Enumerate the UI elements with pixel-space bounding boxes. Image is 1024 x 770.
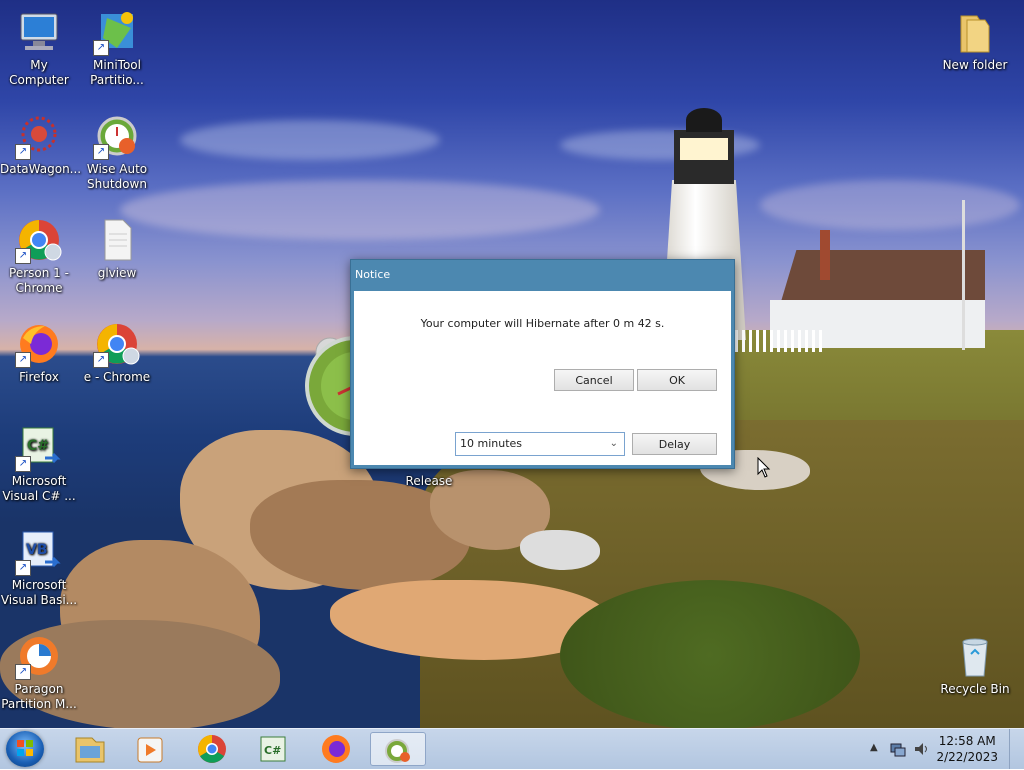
desktop-icon-label: Microsoft Visual C# ... bbox=[2, 474, 76, 503]
desktop-icon-label: My Computer bbox=[9, 58, 69, 87]
alarm-clock-icon: ↗ bbox=[93, 112, 141, 160]
svg-text:VB: VB bbox=[26, 542, 48, 558]
minitool-icon: ↗ bbox=[93, 8, 141, 56]
folder-icon bbox=[951, 8, 999, 56]
desktop-icon-label: New folder bbox=[942, 58, 1008, 72]
chevron-down-icon: ⌄ bbox=[609, 438, 618, 449]
clock-time: 12:58 AM bbox=[938, 734, 996, 748]
chrome-icon: ↗ bbox=[93, 320, 141, 368]
shortcut-arrow-icon: ↗ bbox=[15, 664, 31, 680]
network-icon[interactable] bbox=[890, 741, 906, 761]
recycle-bin-icon bbox=[951, 632, 999, 680]
shortcut-arrow-icon: ↗ bbox=[15, 352, 31, 368]
desktop-icon-label: Microsoft Visual Basi... bbox=[0, 578, 78, 607]
taskbar-chrome[interactable] bbox=[184, 732, 240, 766]
desktop-icon-label: MiniTool Partitio... bbox=[90, 58, 144, 87]
dialog-body: Your computer will Hibernate after 0 m 4… bbox=[354, 291, 731, 465]
notice-dialog: Notice Your computer will Hibernate afte… bbox=[350, 259, 735, 469]
media-player-icon bbox=[137, 737, 163, 763]
desktop-icon-label: Paragon Partition M... bbox=[1, 682, 77, 711]
desktop-icon-minitool[interactable]: ↗ MiniTool Partitio... bbox=[78, 8, 156, 88]
desktop-icon-label: Firefox bbox=[19, 370, 59, 384]
show-desktop-button[interactable] bbox=[1009, 729, 1024, 769]
taskbar: C# ▲ 12:58 AM 2/22/2023 bbox=[0, 728, 1024, 769]
release-label: Release bbox=[405, 474, 453, 488]
shortcut-arrow-icon: ↗ bbox=[93, 40, 109, 56]
visual-basic-icon: VB ↗ bbox=[15, 528, 63, 576]
desktop-icon-firefox[interactable]: ↗ Firefox bbox=[0, 320, 78, 385]
mouse-cursor-icon bbox=[757, 456, 771, 482]
alarm-clock-icon bbox=[385, 739, 410, 763]
shortcut-arrow-icon: ↗ bbox=[15, 144, 31, 160]
desktop-icon-e-chrome[interactable]: ↗ e - Chrome bbox=[78, 320, 156, 385]
visual-csharp-icon: C# ↗ bbox=[15, 424, 63, 472]
desktop-icon-new-folder[interactable]: New folder bbox=[936, 8, 1014, 73]
system-clock[interactable]: 12:58 AM 2/22/2023 bbox=[936, 733, 998, 765]
desktop-icon-my-computer[interactable]: My Computer bbox=[0, 8, 78, 88]
firefox-icon: ↗ bbox=[15, 320, 63, 368]
folder-icon bbox=[75, 737, 105, 763]
firefox-icon bbox=[322, 735, 350, 763]
computer-icon bbox=[15, 8, 63, 56]
delay-duration-value: 10 minutes bbox=[460, 437, 523, 450]
desktop-icon-paragon[interactable]: ↗ Paragon Partition M... bbox=[0, 632, 78, 712]
paragon-icon: ↗ bbox=[15, 632, 63, 680]
desktop-icon-label: Wise Auto Shutdown bbox=[86, 162, 148, 191]
volume-icon[interactable] bbox=[913, 741, 929, 761]
dialog-title: Notice bbox=[355, 268, 391, 281]
shortcut-arrow-icon: ↗ bbox=[93, 144, 109, 160]
shortcut-arrow-icon: ↗ bbox=[15, 248, 31, 264]
cancel-button[interactable]: Cancel bbox=[554, 369, 634, 391]
desktop-icon-glview[interactable]: glview bbox=[78, 216, 156, 281]
desktop-icon-recycle-bin[interactable]: Recycle Bin bbox=[936, 632, 1014, 697]
document-icon bbox=[93, 216, 141, 264]
taskbar-visual-csharp[interactable]: C# bbox=[246, 732, 302, 766]
shortcut-arrow-icon: ↗ bbox=[93, 352, 109, 368]
desktop-icon-label: DataWagon... bbox=[0, 162, 82, 176]
chrome-icon bbox=[198, 735, 226, 763]
svg-text:C#: C# bbox=[27, 438, 49, 454]
taskbar-media-player[interactable] bbox=[122, 732, 178, 766]
clock-date: 2/22/2023 bbox=[936, 750, 998, 764]
start-button[interactable] bbox=[6, 731, 44, 767]
show-hidden-icons-chevron-icon[interactable]: ▲ bbox=[870, 742, 878, 753]
desktop-icon-visual-csharp[interactable]: C# ↗ Microsoft Visual C# ... bbox=[0, 424, 78, 504]
visual-csharp-icon: C# bbox=[260, 736, 286, 762]
delay-button[interactable]: Delay bbox=[632, 433, 717, 455]
taskbar-windows-explorer[interactable] bbox=[62, 732, 118, 766]
datawagon-icon: ↗ bbox=[15, 112, 63, 160]
desktop-icon-datawagon[interactable]: ↗ DataWagon... bbox=[0, 112, 82, 177]
shortcut-arrow-icon: ↗ bbox=[15, 560, 31, 576]
desktop-icon-person1-chrome[interactable]: ↗ Person 1 - Chrome bbox=[0, 216, 78, 296]
desktop-icon-label: glview bbox=[97, 266, 137, 280]
taskbar-firefox[interactable] bbox=[308, 732, 364, 766]
svg-text:C#: C# bbox=[264, 744, 281, 757]
shortcut-arrow-icon: ↗ bbox=[15, 456, 31, 472]
chrome-icon: ↗ bbox=[15, 216, 63, 264]
taskbar-wise-auto-shutdown[interactable] bbox=[370, 732, 426, 766]
desktop-icon-wise-auto-shutdown[interactable]: ↗ Wise Auto Shutdown bbox=[78, 112, 156, 192]
hibernate-countdown-message: Your computer will Hibernate after 0 m 4… bbox=[420, 317, 665, 330]
desktop-icon-label: Person 1 - Chrome bbox=[9, 266, 69, 295]
ok-button[interactable]: OK bbox=[637, 369, 717, 391]
windows-logo-icon bbox=[17, 740, 33, 756]
desktop-icon-label: e - Chrome bbox=[83, 370, 151, 384]
desktop-icon-visual-basic[interactable]: VB ↗ Microsoft Visual Basi... bbox=[0, 528, 78, 608]
desktop-icon-label: Recycle Bin bbox=[940, 682, 1010, 696]
delay-duration-select[interactable]: 10 minutes ⌄ bbox=[455, 432, 625, 456]
